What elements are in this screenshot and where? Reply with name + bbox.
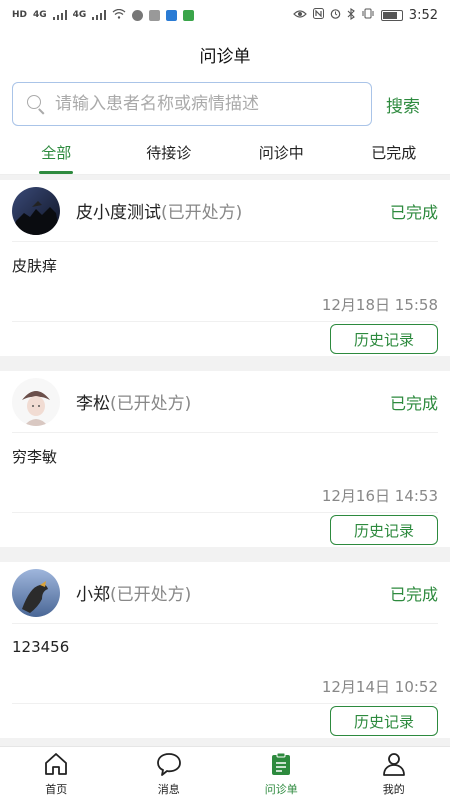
- message-icon: [156, 752, 181, 776]
- consultation-time: 12月14日 10:52: [12, 670, 438, 704]
- history-button[interactable]: 历史记录: [330, 706, 438, 736]
- status-bar: HD 4G 4G 3:52: [0, 0, 450, 30]
- prescription-tag: (已开处方): [110, 394, 192, 414]
- nav-messages-label: 消息: [157, 782, 180, 796]
- prescription-tag: (已开处方): [161, 203, 243, 223]
- avatar: [12, 186, 60, 235]
- card-header: 李松(已开处方) 已完成: [12, 371, 438, 433]
- search-row: 搜索: [0, 78, 450, 130]
- patient-name-text: 小郑: [76, 585, 110, 605]
- signal-label-1: 4G: [33, 10, 47, 20]
- nav-consultations[interactable]: 问诊单: [225, 747, 338, 800]
- nav-profile-label: 我的: [382, 782, 405, 796]
- patient-name-text: 皮小度测试: [76, 203, 161, 223]
- consultation-list: 皮小度测试(已开处方) 已完成 皮肤痒 12月18日 15:58 历史记录 李松…: [0, 180, 450, 753]
- search-input[interactable]: [55, 94, 355, 114]
- clipboard-icon: [272, 752, 291, 775]
- card-header: 小郑(已开处方) 已完成: [12, 562, 438, 624]
- signal-icon: [52, 10, 67, 20]
- eye-icon: [292, 9, 307, 22]
- card-header: 皮小度测试(已开处方) 已完成: [12, 180, 438, 242]
- status-badge: 已完成: [389, 584, 438, 604]
- signal-icon: [92, 10, 107, 20]
- tab-pending[interactable]: 待接诊: [113, 130, 226, 174]
- consultation-time: 12月16日 14:53: [12, 479, 438, 513]
- complaint-text: 123456: [12, 638, 70, 656]
- vibrate-icon: [361, 8, 375, 22]
- status-badge: 已完成: [389, 202, 438, 222]
- consultation-time: 12月18日 15:58: [12, 288, 438, 322]
- status-time: 3:52: [408, 7, 438, 23]
- consultation-card[interactable]: 小郑(已开处方) 已完成 123456 12月14日 10:52 历史记录: [0, 562, 450, 738]
- battery-icon: [380, 9, 403, 21]
- bluetooth-icon: [347, 7, 355, 23]
- avatar: [12, 568, 60, 617]
- nav-consultations-label: 问诊单: [264, 782, 298, 796]
- consultation-card[interactable]: 李松(已开处方) 已完成 穷李敏 12月16日 14:53 历史记录: [0, 371, 450, 547]
- complaint-text: 穷李敏: [12, 447, 58, 466]
- history-row: 历史记录: [12, 322, 438, 356]
- bottom-nav: 首页 消息 问诊单 我的: [0, 746, 450, 800]
- status-left: HD 4G 4G: [12, 8, 195, 22]
- wifi-icon: [112, 8, 126, 22]
- home-icon: [45, 752, 68, 775]
- nav-messages[interactable]: 消息: [113, 747, 226, 800]
- complaint-text: 皮肤痒: [12, 256, 58, 275]
- history-row: 历史记录: [12, 513, 438, 547]
- person-icon: [382, 752, 405, 776]
- patient-name: 李松(已开处方): [76, 389, 191, 414]
- alarm-icon: [330, 8, 341, 22]
- chat-app-icon: [132, 9, 144, 21]
- history-button[interactable]: 历史记录: [330, 324, 438, 354]
- hd-badge: HD: [12, 10, 28, 20]
- nav-home[interactable]: 首页: [0, 747, 113, 800]
- page-title: 问诊单: [199, 46, 251, 67]
- tab-all[interactable]: 全部: [0, 130, 113, 174]
- consultation-card[interactable]: 皮小度测试(已开处方) 已完成 皮肤痒 12月18日 15:58 历史记录: [0, 180, 450, 356]
- nav-bar: 问诊单: [0, 30, 450, 78]
- app-icon: [183, 9, 195, 21]
- patient-name: 皮小度测试(已开处方): [76, 198, 242, 223]
- status-right: 3:52: [292, 7, 438, 23]
- status-badge: 已完成: [389, 393, 438, 413]
- prescription-tag: (已开处方): [110, 585, 192, 605]
- search-button[interactable]: 搜索: [386, 92, 420, 117]
- app-icon: [166, 9, 178, 21]
- patient-name: 小郑(已开处方): [76, 580, 191, 605]
- history-row: 历史记录: [12, 704, 438, 738]
- tab-in-progress[interactable]: 问诊中: [225, 130, 338, 174]
- history-button[interactable]: 历史记录: [330, 515, 438, 545]
- search-icon: [25, 93, 47, 115]
- app-icon: [149, 9, 161, 21]
- nfc-icon: [312, 8, 324, 22]
- nav-profile[interactable]: 我的: [338, 747, 450, 800]
- search-box[interactable]: [12, 82, 372, 126]
- signal-label-2: 4G: [72, 10, 87, 20]
- patient-name-text: 李松: [76, 394, 110, 414]
- filter-tabs: 全部 待接诊 问诊中 已完成: [0, 130, 450, 175]
- nav-home-label: 首页: [45, 782, 68, 796]
- tab-completed[interactable]: 已完成: [338, 130, 450, 174]
- avatar: [12, 377, 60, 426]
